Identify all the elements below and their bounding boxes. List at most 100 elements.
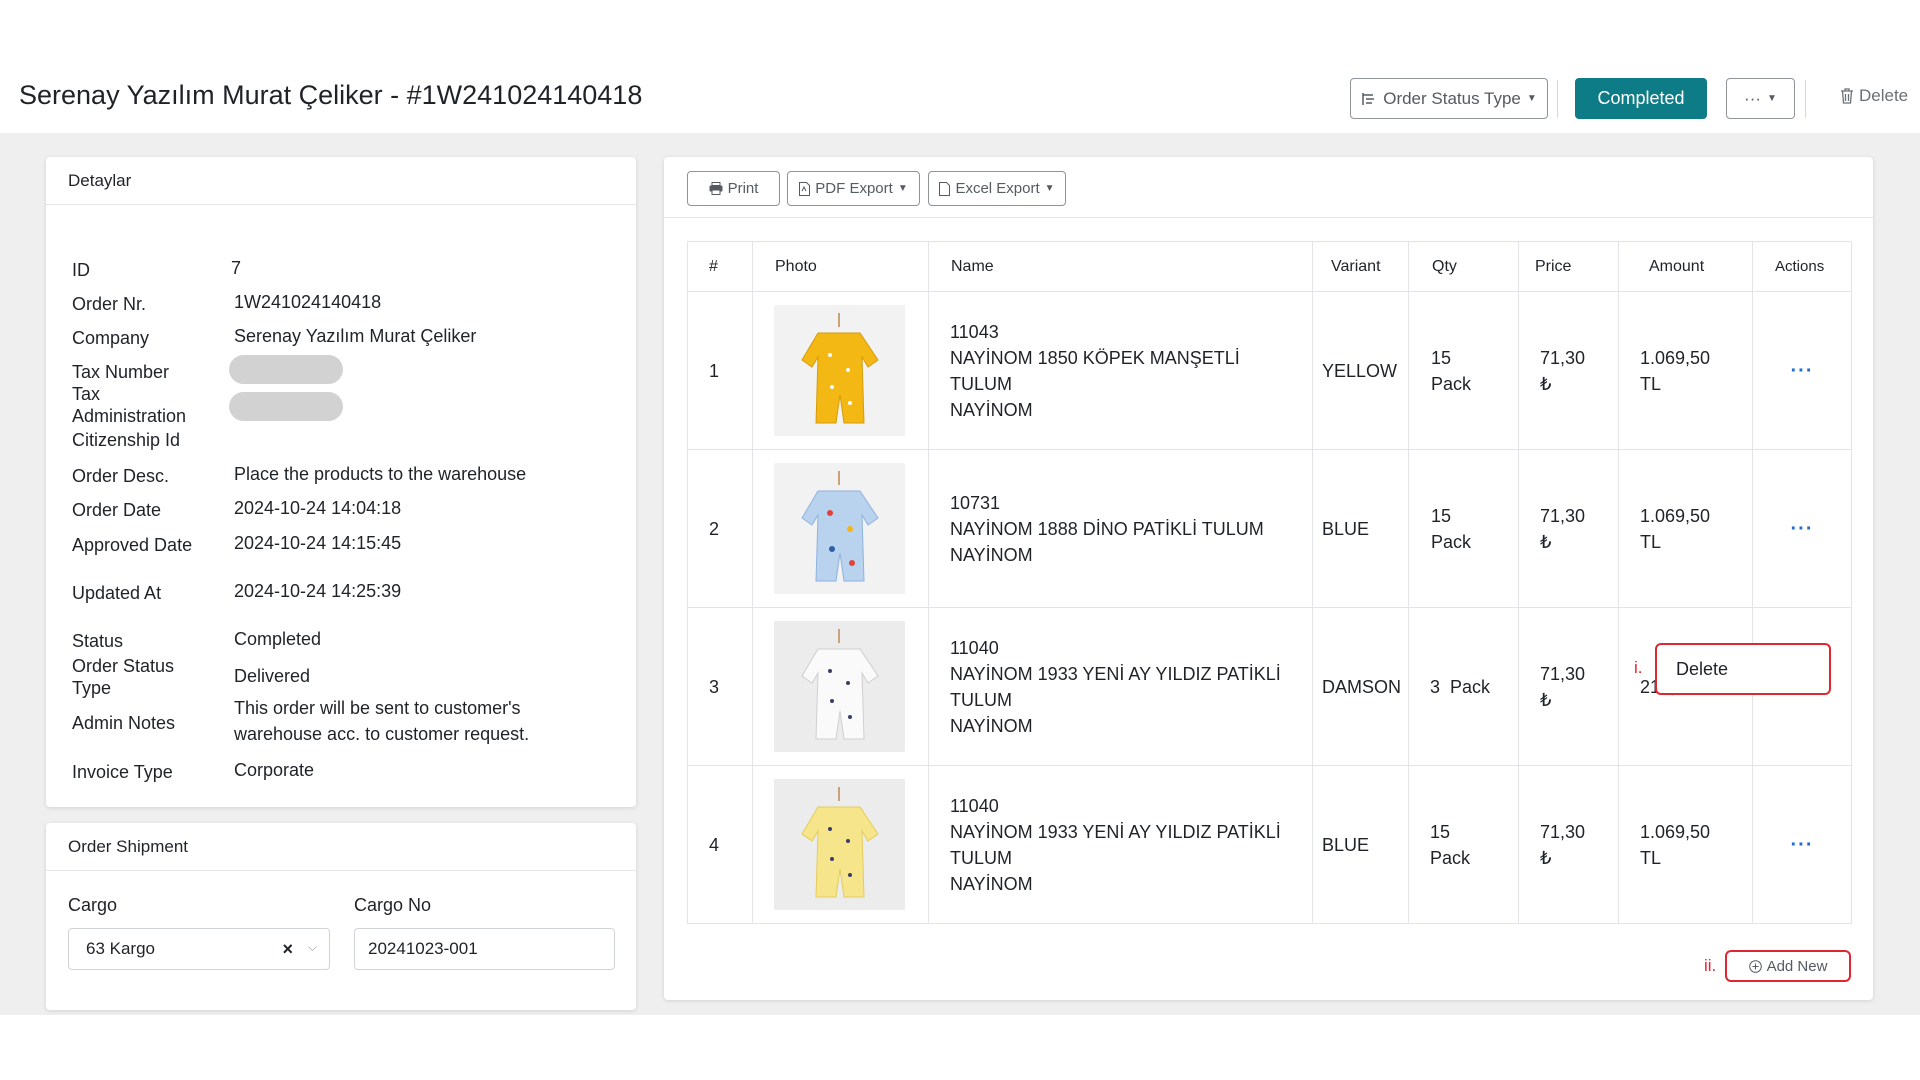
excel-export-button[interactable]: Excel Export ▼ [928, 171, 1066, 206]
add-new-label: Add New [1766, 957, 1828, 975]
col-header-name: Name [928, 241, 1313, 292]
order-status-type-label: Order Status Type [72, 656, 175, 698]
caret-down-icon: ▼ [1044, 183, 1055, 194]
product-brand: NAYİNOM [950, 544, 1033, 565]
price-cell: 71,30 ₺ [1518, 449, 1619, 608]
product-brand: NAYİNOM [950, 399, 1033, 420]
col-header-qty: Qty [1408, 241, 1519, 292]
qty-unit: Pack [1431, 373, 1472, 394]
order-shipment-card: Order Shipment Cargo 63 Kargo × ⌵ Cargo … [46, 823, 636, 1010]
annotation-marker-i: i. [1634, 658, 1643, 677]
qty-unit: Pack [1430, 847, 1471, 868]
product-name-line: NAYİNOM 1888 DİNO PATİKLİ TULUM [950, 518, 1264, 539]
product-name-cell: 10731 NAYİNOM 1888 DİNO PATİKLİ TULUM NA… [928, 449, 1313, 608]
row-actions-button[interactable]: ··· [1791, 834, 1814, 856]
row-number: 3 [687, 607, 753, 766]
company-value: Serenay Yazılım Murat Çeliker [234, 326, 477, 346]
invoice-type-label: Invoice Type [72, 762, 173, 782]
tax-administration-redacted [229, 392, 343, 421]
delete-order-button[interactable]: Delete [1840, 86, 1908, 106]
product-code: 10731 [950, 492, 1001, 513]
status-label: Status [72, 631, 124, 651]
more-actions-button[interactable]: ··· ▼ [1726, 78, 1795, 119]
baby-romper-image [774, 463, 905, 594]
caret-down-icon: ▼ [1767, 93, 1777, 104]
table-header-row: # Photo Name Variant Qty Price Amount Ac… [687, 241, 1852, 292]
order-items-card: Print PDF Export ▼ Excel Export ▼ # Phot… [664, 157, 1873, 1000]
price-currency: ₺ [1540, 531, 1552, 552]
product-name-cell: 11040 NAYİNOM 1933 YENİ AY YILDIZ PATİKL… [928, 607, 1313, 766]
product-name-line: TULUM [950, 373, 1012, 394]
qty-unit: Pack [1431, 531, 1472, 552]
details-card-title: Detaylar [46, 157, 636, 205]
amount-currency: TL [1640, 531, 1662, 552]
qty-cell: 3 Pack [1408, 607, 1519, 766]
order-status-type-button[interactable]: Order Status Type ▼ [1350, 78, 1548, 119]
add-new-button[interactable]: Add New [1725, 950, 1851, 982]
qty-cell: 15 Pack [1408, 765, 1519, 924]
invoice-type-value: Corporate [234, 760, 315, 780]
cargo-no-label: Cargo No [354, 895, 432, 915]
product-brand: NAYİNOM [950, 715, 1033, 736]
header-divider [1557, 80, 1558, 118]
toolbar-divider [664, 217, 1873, 218]
order-date-value: 2024-10-24 14:04:18 [234, 498, 402, 518]
row-actions-button[interactable]: ··· [1791, 360, 1814, 382]
caret-down-icon: ▼ [1526, 93, 1537, 104]
table-row: 4 11040 NAYİNOM 1933 YENİ AY YILDIZ PATİ… [687, 765, 1852, 924]
row-number: 1 [687, 291, 753, 450]
admin-notes-line2: warehouse acc. to customer request. [234, 724, 530, 744]
id-value: 7 [231, 258, 242, 278]
row-actions-button[interactable]: ··· [1791, 518, 1814, 540]
qty-number: 15 [1431, 505, 1452, 526]
pdf-export-button[interactable]: PDF Export ▼ [787, 171, 920, 206]
amount-currency: TL [1640, 847, 1662, 868]
amount-value: 1.069,50 [1640, 347, 1711, 368]
tax-administration-label: Tax Administration [72, 384, 187, 426]
row-number: 2 [687, 449, 753, 608]
col-header-actions: Actions [1752, 241, 1852, 292]
order-nr-label: Order Nr. [72, 294, 147, 314]
order-nr-value: 1W241024140418 [234, 292, 382, 312]
col-header-num: # [687, 241, 753, 292]
price-value: 71,30 [1540, 663, 1586, 684]
updated-at-value: 2024-10-24 14:25:39 [234, 581, 402, 601]
product-name-cell: 11043 NAYİNOM 1850 KÖPEK MANŞETLİ TULUM … [928, 291, 1313, 450]
caret-down-icon: ▼ [897, 183, 908, 194]
product-name-line: NAYİNOM 1933 YENİ AY YILDIZ PATİKLİ [950, 821, 1281, 842]
order-status-type-value: Delivered [234, 666, 311, 686]
print-button[interactable]: Print [687, 171, 780, 206]
delete-order-label: Delete [1859, 86, 1909, 105]
company-label: Company [72, 328, 150, 348]
row-number: 4 [687, 765, 753, 924]
tax-number-label: Tax Number [72, 362, 170, 382]
clear-icon[interactable]: × [282, 939, 293, 960]
amount-value: 1.069,50 [1640, 821, 1711, 842]
completed-button[interactable]: Completed [1575, 78, 1707, 119]
order-items-table: # Photo Name Variant Qty Price Amount Ac… [687, 241, 1852, 924]
amount-cell: 1.069,50 TL [1618, 765, 1753, 924]
product-name-line: NAYİNOM 1850 KÖPEK MANŞETLİ [950, 347, 1240, 368]
annotation-marker-ii: ii. [1704, 956, 1717, 975]
updated-at-label: Updated At [72, 583, 162, 603]
price-value: 71,30 [1540, 347, 1586, 368]
amount-cell: 1.069,50 TL [1618, 449, 1753, 608]
col-header-photo: Photo [752, 241, 929, 292]
cargo-label: Cargo [68, 895, 118, 915]
pdf-export-label: PDF Export [815, 180, 893, 197]
product-name-line: TULUM [950, 847, 1012, 868]
approved-date-value: 2024-10-24 14:15:45 [234, 533, 402, 553]
row-delete-menu-item[interactable]: Delete [1655, 643, 1831, 695]
file-icon [939, 181, 951, 196]
product-code: 11043 [950, 321, 999, 342]
col-header-price: Price [1518, 241, 1619, 292]
tax-number-redacted [229, 355, 343, 384]
price-cell: 71,30 ₺ [1518, 765, 1619, 924]
order-desc-value: Place the products to the warehouse [234, 464, 527, 484]
cargo-select[interactable]: 63 Kargo × ⌵ [68, 928, 330, 970]
cargo-no-input[interactable] [354, 928, 615, 970]
variant-cell: DAMSON [1312, 607, 1409, 766]
citizenship-id-label: Citizenship Id [72, 430, 181, 450]
product-name-line: NAYİNOM 1933 YENİ AY YILDIZ PATİKLİ [950, 663, 1281, 684]
page-title: Serenay Yazılım Murat Çeliker - #1W24102… [19, 80, 643, 110]
